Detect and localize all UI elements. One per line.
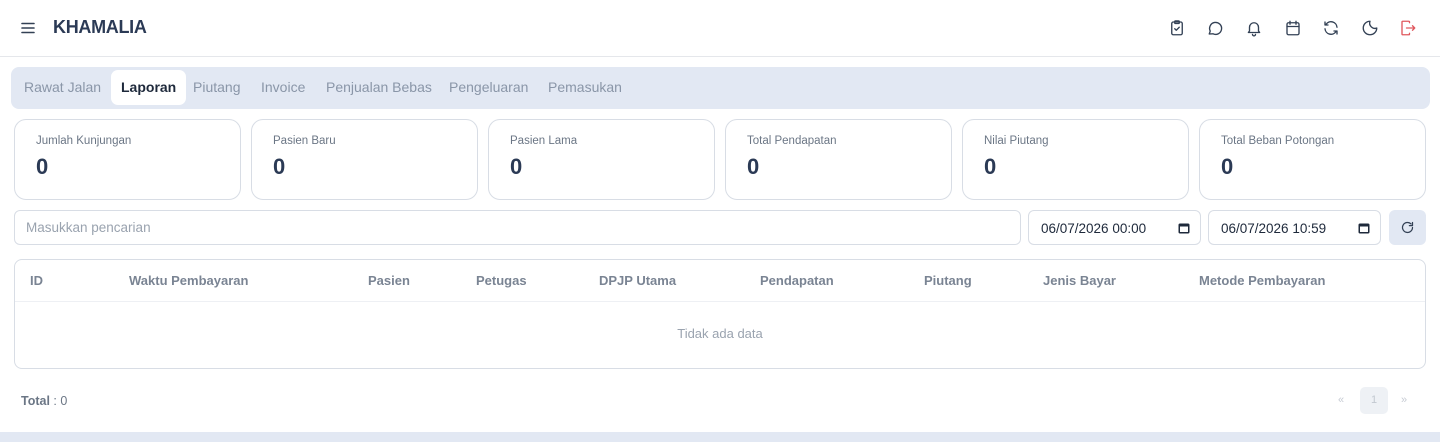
stat-card-total-beban-potongan: Total Beban Potongan 0 [1199, 119, 1426, 200]
stat-label: Nilai Piutang [984, 135, 1049, 147]
tab-invoice[interactable]: Invoice [251, 70, 315, 105]
calendar-icon[interactable] [1281, 16, 1305, 40]
stat-value: 0 [984, 154, 997, 179]
column-header-petugas[interactable]: Petugas [476, 273, 527, 288]
pagination-prev-button[interactable]: « [1338, 394, 1344, 406]
tab-pemasukan[interactable]: Pemasukan [538, 70, 632, 105]
reload-button[interactable] [1389, 210, 1426, 245]
calendar-picker-icon[interactable] [1178, 222, 1190, 234]
column-header-jenis-bayar[interactable]: Jenis Bayar [1043, 273, 1116, 288]
logout-icon[interactable] [1396, 16, 1420, 40]
column-header-dpjp-utama[interactable]: DPJP Utama [599, 273, 676, 288]
tab-bar: Rawat Jalan Laporan Piutang Invoice Penj… [11, 67, 1430, 109]
stat-value: 0 [273, 154, 286, 179]
header-actions [1165, 16, 1420, 40]
payments-table: ID Waktu Pembayaran Pasien Petugas DPJP … [14, 259, 1426, 369]
total-count: Total : 0 [21, 394, 67, 408]
tab-piutang[interactable]: Piutang [183, 70, 250, 105]
tab-rawat-jalan[interactable]: Rawat Jalan [14, 70, 111, 105]
column-header-id[interactable]: ID [30, 273, 43, 288]
search-input[interactable] [14, 210, 1021, 245]
stat-card-nilai-piutang: Nilai Piutang 0 [962, 119, 1189, 200]
stat-label: Pasien Baru [273, 135, 336, 147]
date-to-field[interactable]: 06/07/2026 10:59 [1208, 210, 1381, 245]
moon-icon[interactable] [1358, 16, 1382, 40]
date-from-value: 06/07/2026 00:00 [1041, 221, 1147, 236]
top-header: KHAMALIA [0, 0, 1440, 57]
hamburger-menu-icon[interactable] [18, 19, 38, 37]
clipboard-check-icon[interactable] [1165, 16, 1189, 40]
column-header-metode-pembayaran[interactable]: Metode Pembayaran [1199, 273, 1325, 288]
stat-label: Jumlah Kunjungan [36, 135, 132, 147]
total-value: : 0 [53, 394, 68, 408]
refresh-icon [1401, 221, 1414, 234]
stat-value: 0 [1221, 154, 1234, 179]
tab-pengeluaran[interactable]: Pengeluaran [439, 70, 538, 105]
tab-penjualan-bebas[interactable]: Penjualan Bebas [316, 70, 442, 105]
pagination-page-button[interactable]: 1 [1360, 387, 1388, 414]
column-header-pasien[interactable]: Pasien [368, 273, 410, 288]
empty-state-text: Tidak ada data [677, 326, 763, 341]
bottom-band [0, 432, 1440, 442]
calendar-picker-icon[interactable] [1358, 222, 1370, 234]
pagination-next-button[interactable]: » [1401, 394, 1407, 406]
refresh-icon[interactable] [1319, 16, 1343, 40]
stat-label: Total Beban Potongan [1221, 135, 1335, 147]
date-to-value: 06/07/2026 10:59 [1221, 221, 1327, 236]
stat-card-pasien-baru: Pasien Baru 0 [251, 119, 478, 200]
stat-card-pasien-lama: Pasien Lama 0 [488, 119, 715, 200]
total-label: Total [21, 394, 50, 408]
column-header-waktu-pembayaran[interactable]: Waktu Pembayaran [129, 273, 248, 288]
stat-value: 0 [36, 154, 49, 179]
stat-value: 0 [510, 154, 523, 179]
tab-laporan[interactable]: Laporan [111, 70, 187, 105]
stat-label: Pasien Lama [510, 135, 578, 147]
stat-card-total-pendapatan: Total Pendapatan 0 [725, 119, 952, 200]
date-from-field[interactable]: 06/07/2026 00:00 [1028, 210, 1201, 245]
app-title: KHAMALIA [53, 17, 147, 37]
stat-value: 0 [747, 154, 760, 179]
column-header-piutang[interactable]: Piutang [924, 273, 972, 288]
bell-icon[interactable] [1242, 16, 1266, 40]
stat-card-jumlah-kunjungan: Jumlah Kunjungan 0 [14, 119, 241, 200]
column-header-pendapatan[interactable]: Pendapatan [760, 273, 834, 288]
table-header: ID Waktu Pembayaran Pasien Petugas DPJP … [15, 260, 1425, 302]
stat-label: Total Pendapatan [747, 135, 837, 147]
message-icon[interactable] [1204, 16, 1228, 40]
